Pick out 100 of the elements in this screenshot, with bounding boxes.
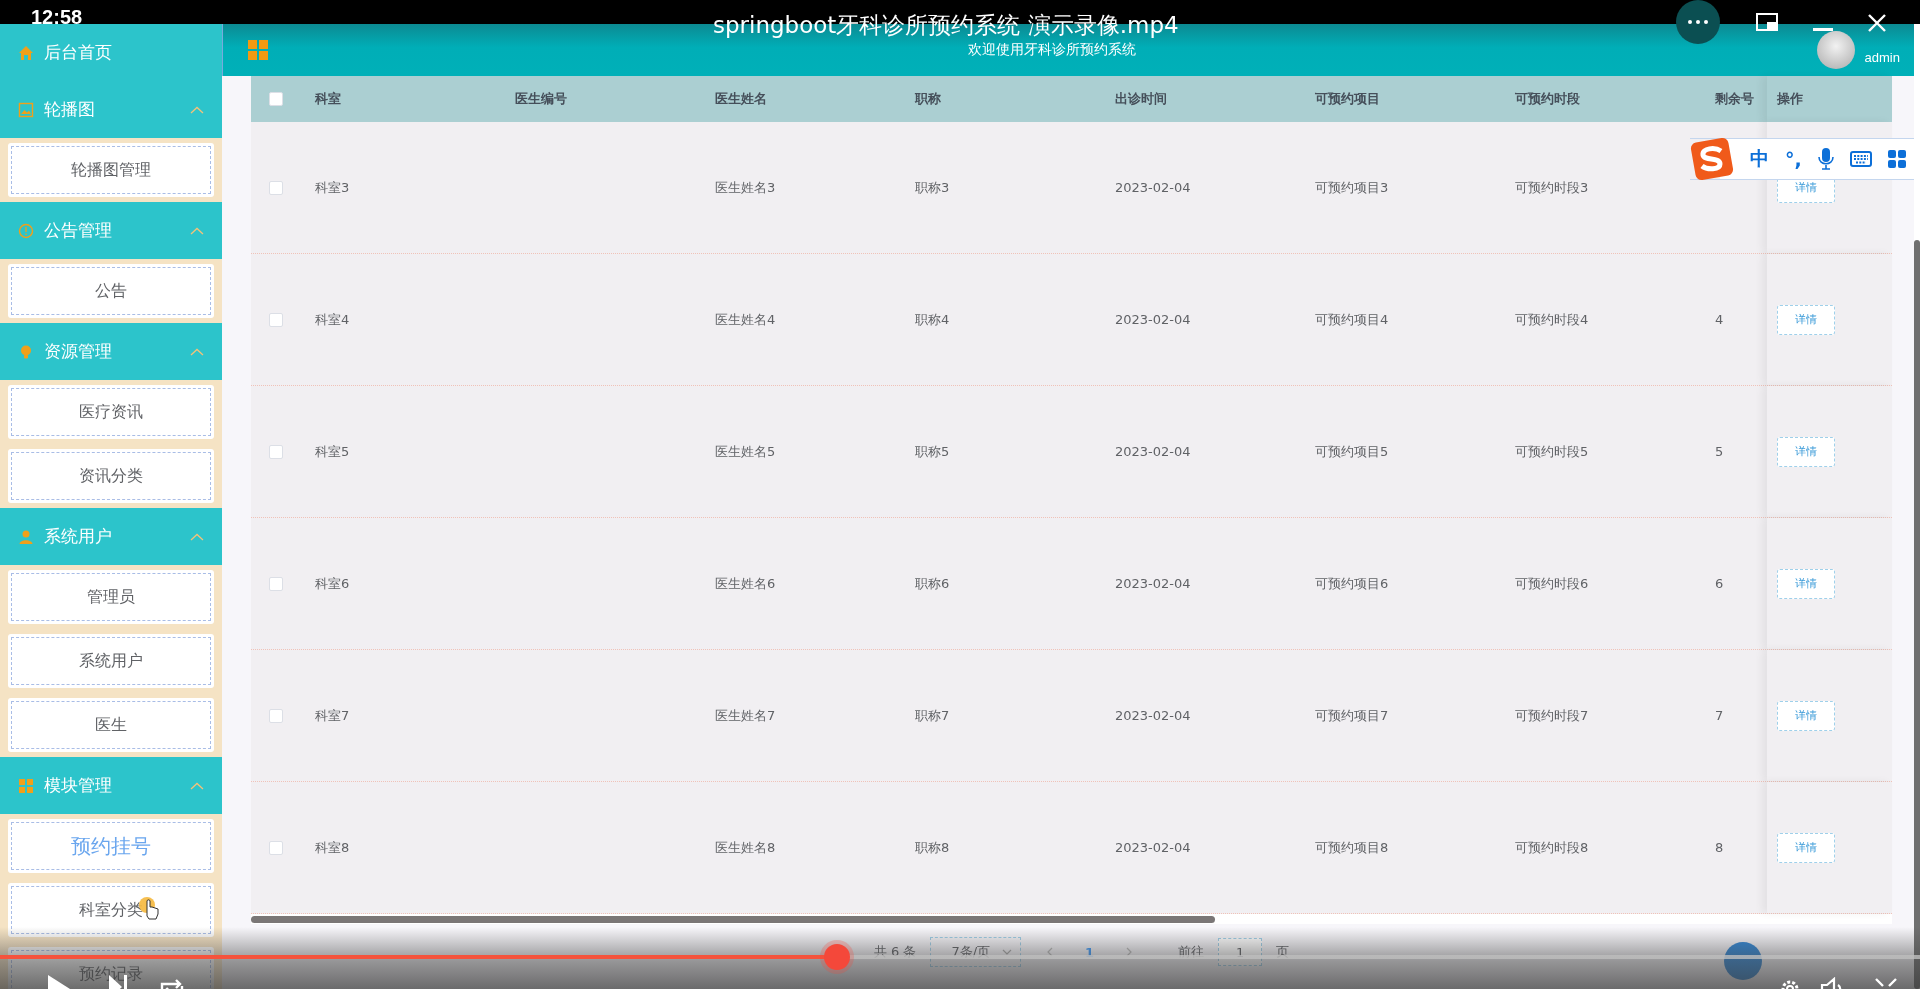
sidebar-group-title: 轮播图	[44, 98, 96, 121]
sidebar-menu-item[interactable]: 科室分类	[8, 883, 214, 937]
table-cell: 2023-02-04	[1115, 312, 1191, 327]
table-cell: 可预约时段4	[1515, 311, 1589, 327]
row-checkbox[interactable]	[269, 576, 283, 591]
table-cell: 可预约项目7	[1315, 707, 1389, 723]
table-cell: 可预约时段7	[1515, 707, 1589, 723]
welcome-text: 欢迎使用牙科诊所预约系统	[967, 41, 1138, 59]
column-header: 职称	[915, 91, 941, 106]
column-header: 医生姓名	[715, 91, 767, 106]
info-icon	[18, 222, 34, 239]
table-cell: 医生姓名3	[715, 179, 776, 195]
row-checkbox[interactable]	[269, 180, 283, 195]
sidebar-group-header[interactable]: 资源管理	[0, 323, 222, 380]
sidebar-menu-item[interactable]: 资讯分类	[8, 449, 214, 503]
next-page-icon[interactable]	[1126, 947, 1133, 957]
table-cell: 6	[1715, 576, 1724, 591]
table-cell: 科室3	[315, 179, 350, 195]
table-cell: 可预约项目8	[1315, 839, 1389, 855]
table-cell: 科室4	[315, 311, 350, 327]
table-cell: 职称3	[915, 179, 950, 195]
row-checkbox[interactable]	[269, 312, 283, 327]
sidebar-menu-item[interactable]: 公告	[8, 264, 214, 318]
horizontal-scrollbar[interactable]	[251, 915, 1215, 923]
input-method-logo-icon[interactable]	[1690, 137, 1734, 181]
user-icon	[18, 528, 34, 545]
table-cell: 2023-02-04	[1115, 840, 1191, 855]
table-cell: 科室6	[315, 575, 350, 591]
sidebar-menu-item[interactable]: 医生	[8, 698, 214, 752]
table-cell: 可预约项目5	[1315, 443, 1389, 459]
row-checkbox[interactable]	[269, 444, 283, 459]
avatar[interactable]	[1816, 31, 1855, 69]
sidebar-group-title: 模块管理	[44, 774, 113, 797]
page-size-select[interactable]: 7条/页	[930, 937, 1022, 967]
column-header: 剩余号	[1715, 91, 1754, 106]
ime-punctuation[interactable]: °,	[1785, 148, 1802, 170]
column-header: 操作	[1777, 90, 1803, 108]
table-cell: 可预约项目4	[1315, 311, 1389, 327]
table-cell: 医生姓名4	[715, 311, 776, 327]
sidebar-group-title: 系统用户	[44, 525, 113, 548]
table-cell: 医生姓名8	[715, 839, 776, 855]
grid-icon	[18, 777, 34, 794]
page-input-field[interactable]: 1	[1218, 938, 1263, 966]
picture-in-picture-icon[interactable]	[1756, 13, 1778, 31]
table-cell: 可预约时段8	[1515, 839, 1589, 855]
keyboard-icon[interactable]	[1849, 151, 1872, 167]
detail-button[interactable]: 详情	[1777, 568, 1835, 599]
table-cell: 医生姓名5	[715, 443, 776, 459]
ime-mode[interactable]: 中	[1750, 146, 1769, 172]
sidebar-group-header[interactable]: 轮播图	[0, 81, 222, 138]
clock-time: 12:58	[31, 7, 83, 27]
column-header: 可预约时段	[1515, 91, 1580, 106]
table-cell: 2023-02-04	[1115, 180, 1191, 195]
close-icon[interactable]	[1867, 13, 1887, 33]
sidebar-home-label: 后台首页	[44, 41, 112, 64]
caret-icon	[1002, 949, 1013, 955]
table-cell: 可预约时段5	[1515, 443, 1589, 459]
table-cell: 2023-02-04	[1115, 576, 1191, 591]
previous-page-icon[interactable]	[1047, 947, 1054, 957]
table-cell: 科室7	[315, 707, 350, 723]
sidebar-menu-item[interactable]: 医疗资讯	[8, 385, 214, 439]
row-checkbox[interactable]	[269, 840, 283, 855]
row-checkbox[interactable]	[269, 708, 283, 723]
table-cell: 2023-02-04	[1115, 444, 1191, 459]
microphone-icon[interactable]	[1817, 148, 1834, 170]
column-header: 科室	[315, 91, 341, 106]
sidebar-group-header[interactable]: 模块管理	[0, 757, 222, 814]
table-cell: 可预约项目3	[1315, 179, 1389, 195]
detail-button[interactable]: 详情	[1777, 436, 1835, 467]
table-cell: 科室8	[315, 839, 350, 855]
sidebar-group-header[interactable]: 系统用户	[0, 508, 222, 565]
table-cell: 可预约时段3	[1515, 179, 1589, 195]
page-number[interactable]: 1	[1079, 943, 1101, 961]
column-header: 可预约项目	[1315, 91, 1380, 106]
more-icon	[1688, 20, 1708, 24]
vertical-scrollbar[interactable]	[1914, 240, 1920, 989]
column-header: 医生编号	[515, 91, 567, 106]
chevron-up-icon	[190, 532, 204, 541]
select-all-checkbox[interactable]	[269, 92, 283, 106]
table-cell: 职称5	[915, 443, 950, 459]
sidebar-group-title: 资源管理	[44, 340, 113, 363]
home-icon	[18, 44, 34, 61]
detail-button[interactable]: 详情	[1777, 304, 1835, 335]
page-label: 页	[1276, 943, 1290, 961]
sidebar-menu-item[interactable]: 轮播图管理	[8, 143, 214, 197]
sidebar-menu-item[interactable]: 系统用户	[8, 634, 214, 688]
sidebar-menu-item[interactable]: 管理员	[8, 570, 214, 624]
table-cell: 医生姓名7	[715, 707, 776, 723]
lightbulb-icon	[18, 343, 34, 360]
table-cell: 可预约项目6	[1315, 575, 1389, 591]
sidebar-menu-item[interactable]: 预约挂号	[8, 819, 214, 873]
sidebar-group-header[interactable]: 公告管理	[0, 202, 222, 259]
picture-icon	[18, 101, 34, 118]
detail-button[interactable]: 详情	[1777, 700, 1835, 731]
table-cell: 科室5	[315, 443, 350, 459]
sidebar-home-item[interactable]: 后台首页	[0, 24, 222, 81]
table-cell: 2023-02-04	[1115, 708, 1191, 723]
detail-button[interactable]: 详情	[1777, 832, 1835, 863]
grid-icon[interactable]	[1887, 150, 1906, 168]
user-name[interactable]: admin	[1864, 49, 1900, 65]
